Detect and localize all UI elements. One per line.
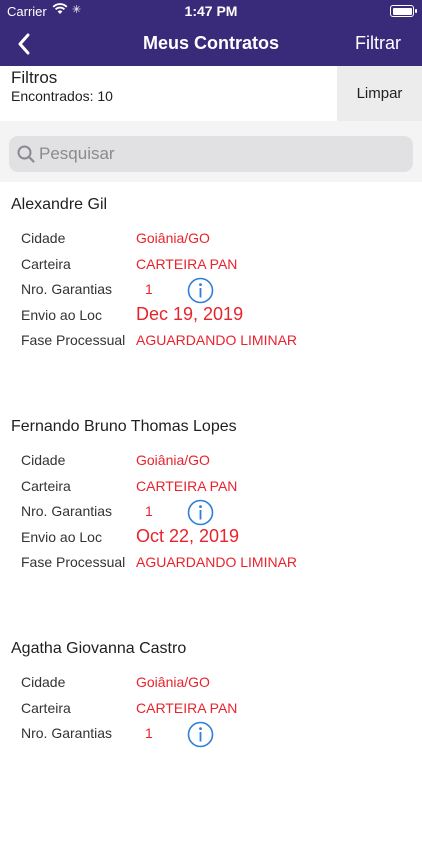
- portfolio-value: CARTEIRA PAN: [136, 700, 238, 716]
- guarantees-label: Nro. Garantias: [21, 281, 113, 297]
- portfolio-label: Carteira: [21, 256, 71, 272]
- contract-card[interactable]: Alexandre Gil Cidade Goiânia/GO Carteira…: [0, 182, 422, 404]
- info-icon[interactable]: [187, 277, 214, 304]
- phase-label: Fase Processual: [21, 554, 126, 570]
- city-value: Goiânia/GO: [136, 674, 210, 690]
- filters-title: Filtros: [11, 68, 58, 87]
- contract-card[interactable]: Agatha Giovanna Castro Cidade Goiânia/GO…: [0, 626, 422, 848]
- guarantees-value: 1: [145, 725, 153, 741]
- search-icon: [17, 145, 35, 168]
- contract-name: Agatha Giovanna Castro: [11, 640, 187, 657]
- sent-label: Envio ao Loc: [21, 307, 102, 323]
- sent-value: Oct 22, 2019: [136, 526, 240, 546]
- guarantees-label: Nro. Garantias: [21, 725, 113, 741]
- city-label: Cidade: [21, 674, 66, 690]
- sent-row: Envio ao Loc Dec 19, 2019: [21, 304, 421, 326]
- phase-label: Fase Processual: [21, 332, 126, 348]
- guarantees-row: Nro. Garantias 1: [21, 499, 421, 526]
- info-icon[interactable]: [187, 721, 214, 748]
- battery-icon: [390, 5, 417, 17]
- search-area: [0, 121, 422, 182]
- contract-name: Alexandre Gil: [11, 196, 108, 213]
- filters-panel: Filtros Encontrados: 10 Limpar: [0, 66, 422, 121]
- portfolio-row: Carteira CARTEIRA PAN: [21, 475, 421, 497]
- portfolio-row: Carteira CARTEIRA PAN: [21, 253, 421, 275]
- sent-value: Dec 19, 2019: [136, 304, 244, 324]
- portfolio-row: Carteira CARTEIRA PAN: [21, 697, 421, 719]
- phase-row: Fase Processual AGUARDANDO LIMINAR: [21, 329, 421, 351]
- search-input[interactable]: [39, 136, 399, 172]
- contract-name: Fernando Bruno Thomas Lopes: [11, 418, 237, 435]
- portfolio-value: CARTEIRA PAN: [136, 478, 238, 494]
- search-bar[interactable]: [9, 136, 413, 172]
- guarantees-label: Nro. Garantias: [21, 503, 113, 519]
- contract-card[interactable]: Fernando Bruno Thomas Lopes Cidade Goiân…: [0, 404, 422, 626]
- portfolio-label: Carteira: [21, 478, 71, 494]
- city-row: Cidade Goiânia/GO: [21, 227, 421, 249]
- clear-filters-button[interactable]: Limpar: [337, 66, 422, 121]
- sent-label: Envio ao Loc: [21, 529, 102, 545]
- guarantees-row: Nro. Garantias 1: [21, 277, 421, 304]
- results-count: Encontrados: 10: [11, 88, 113, 104]
- guarantees-value: 1: [145, 281, 153, 297]
- phase-value: AGUARDANDO LIMINAR: [136, 554, 298, 570]
- status-bar: Carrier ✳ 1:47 PM: [0, 0, 422, 22]
- portfolio-label: Carteira: [21, 700, 71, 716]
- status-time: 1:47 PM: [184, 3, 238, 19]
- phase-value: AGUARDANDO LIMINAR: [136, 332, 298, 348]
- info-icon[interactable]: [187, 499, 214, 526]
- filter-button[interactable]: Filtrar: [355, 33, 401, 54]
- city-label: Cidade: [21, 230, 66, 246]
- city-row: Cidade Goiânia/GO: [21, 449, 421, 471]
- phase-row: Fase Processual AGUARDANDO LIMINAR: [21, 551, 421, 573]
- guarantees-row: Nro. Garantias 1: [21, 721, 421, 748]
- guarantees-value: 1: [145, 503, 153, 519]
- city-value: Goiânia/GO: [136, 452, 210, 468]
- contracts-list: Alexandre Gil Cidade Goiânia/GO Carteira…: [0, 182, 422, 848]
- city-value: Goiânia/GO: [136, 230, 210, 246]
- city-label: Cidade: [21, 452, 66, 468]
- sent-row: Envio ao Loc Oct 22, 2019: [21, 526, 421, 548]
- portfolio-value: CARTEIRA PAN: [136, 256, 238, 272]
- top-bar: Carrier ✳ 1:47 PM Meus Contratos Filtrar: [0, 0, 422, 66]
- city-row: Cidade Goiânia/GO: [21, 671, 421, 693]
